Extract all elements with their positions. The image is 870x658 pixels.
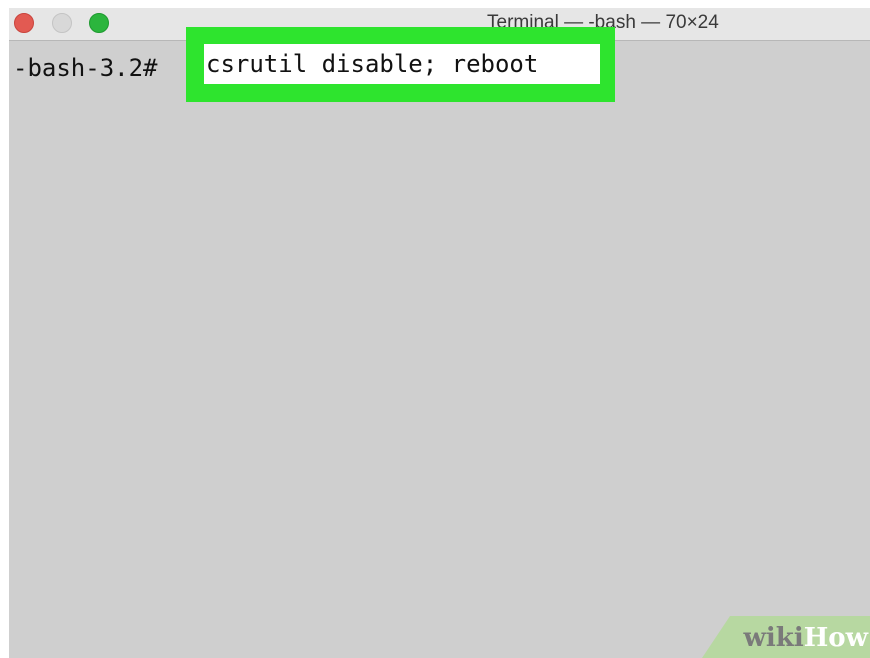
terminal-window: Terminal — -bash — 70×24 -bash-3.2# csru… <box>9 8 870 658</box>
watermark-wiki-text: wiki <box>743 623 804 653</box>
minimize-button[interactable] <box>52 13 72 33</box>
watermark-logo: wikiHow <box>744 623 868 653</box>
watermark-how-text: How <box>803 623 868 653</box>
zoom-button[interactable] <box>89 13 109 33</box>
wikihow-watermark: wikiHow <box>702 616 870 658</box>
command-line: -bash-3.2# <box>13 48 158 88</box>
shell-prompt: -bash-3.2# <box>13 54 158 82</box>
command-text: csrutil disable; reboot <box>204 44 600 84</box>
close-button[interactable] <box>14 13 34 33</box>
terminal-output[interactable]: -bash-3.2# csrutil disable; reboot <box>9 27 870 658</box>
